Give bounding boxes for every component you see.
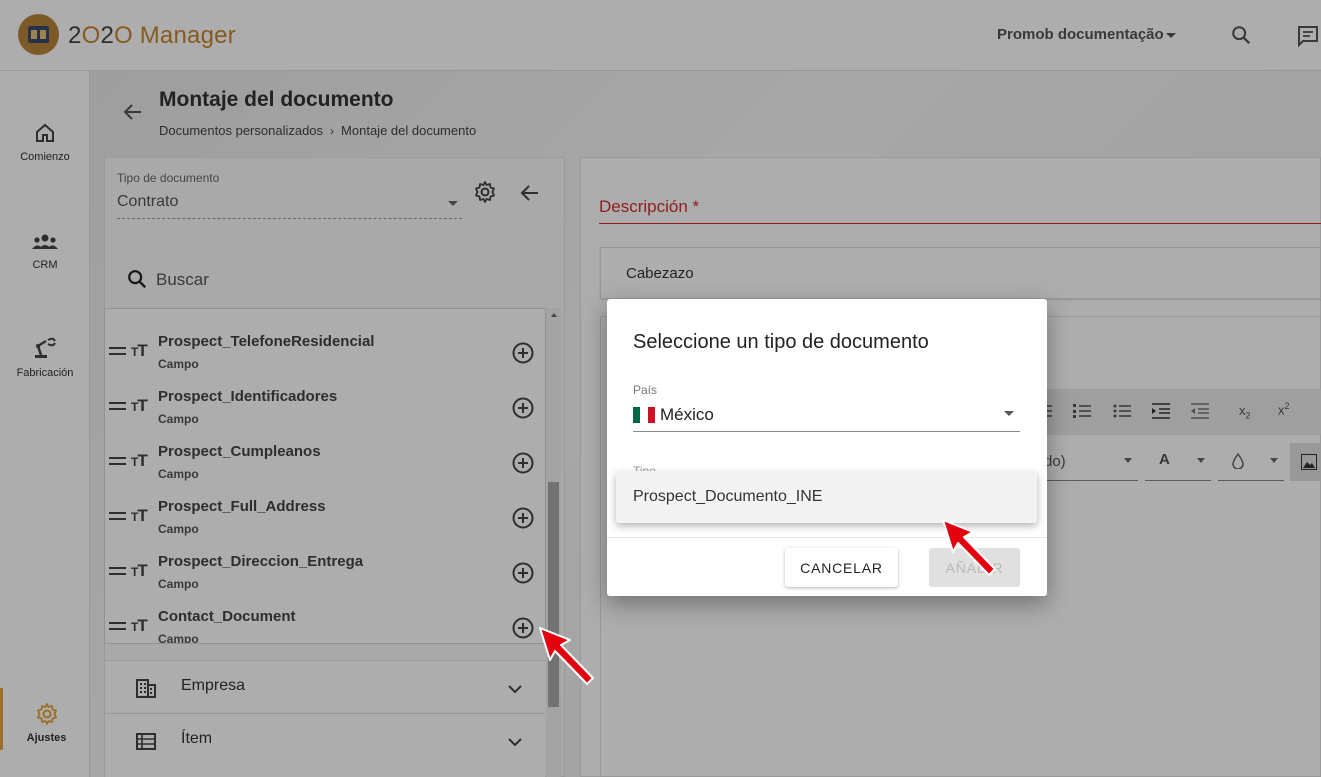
pointer-arrow-icon	[942, 519, 996, 576]
dropdown-option[interactable]: Prospect_Documento_INE	[633, 488, 822, 506]
pointer-arrow-icon	[539, 627, 594, 685]
dialog-title: Seleccione un tipo de documento	[633, 331, 929, 353]
caret-down-icon[interactable]	[1004, 411, 1014, 416]
select-underline	[633, 431, 1020, 432]
cancel-button[interactable]: CANCELAR	[785, 548, 898, 587]
mexico-flag-icon	[633, 407, 655, 423]
pais-label: País	[633, 383, 658, 397]
pais-select[interactable]: México	[660, 405, 714, 425]
